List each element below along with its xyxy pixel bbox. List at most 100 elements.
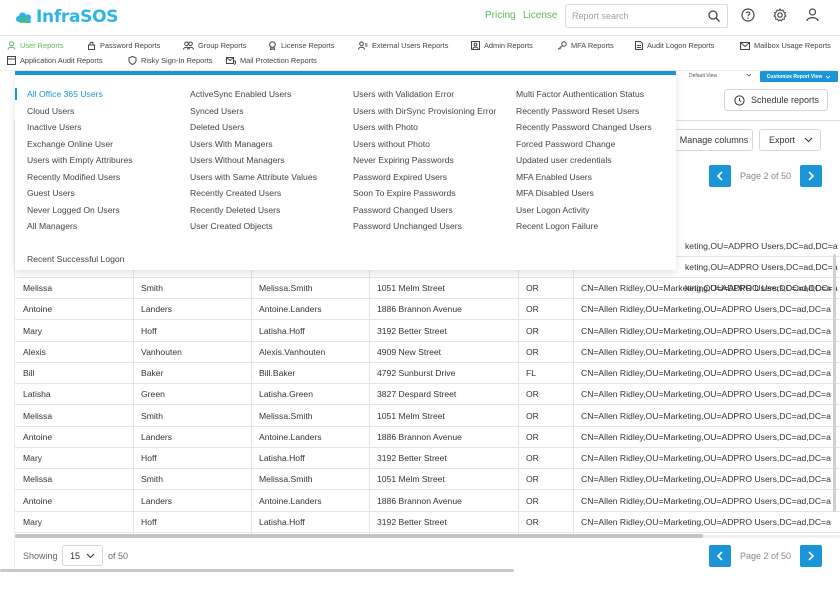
export-button[interactable]: Export bbox=[759, 129, 821, 151]
search-icon[interactable] bbox=[708, 10, 720, 22]
table-row[interactable]: Mary Hoff Latisha.Hoff 3192 Better Street OR… bbox=[0, 512, 840, 533]
table-cell-last-name: Hoff bbox=[141, 516, 157, 527]
menu-item[interactable]: Users With Managers bbox=[190, 139, 273, 149]
nav-label: Group Reports bbox=[198, 41, 247, 50]
menu-item[interactable]: Deleted Users bbox=[190, 122, 244, 132]
menu-item[interactable]: All Office 365 Users bbox=[27, 89, 103, 99]
report-search-input[interactable] bbox=[572, 11, 702, 21]
table-row[interactable]: Mary Hoff Latisha.Hoff 3192 Better Street OR… bbox=[0, 321, 840, 342]
table-cell-username: Alexis.Vanhouten bbox=[259, 346, 326, 357]
chevron-down-icon[interactable] bbox=[746, 72, 752, 78]
menu-item[interactable]: Users without Photo bbox=[353, 139, 430, 149]
admin-icon bbox=[471, 41, 480, 50]
manage-columns-button[interactable]: Manage columns bbox=[676, 129, 753, 151]
nav-mailbox-usage-reports[interactable]: Mailbox Usage Reports bbox=[740, 41, 831, 50]
menu-item[interactable]: Recently Password Reset Users bbox=[516, 106, 639, 116]
table-row[interactable]: Bill Baker Bill.Baker 4792 Sunburst Drive FL… bbox=[0, 363, 840, 384]
nav-password-reports[interactable]: Password Reports bbox=[87, 41, 160, 50]
table-cell-address: 4909 New Street bbox=[377, 346, 442, 357]
license-link[interactable]: License bbox=[523, 10, 557, 21]
menu-item[interactable]: Password Unchanged Users bbox=[353, 221, 462, 231]
menu-item[interactable]: Never Expiring Passwords bbox=[353, 155, 454, 165]
menu-item[interactable]: Password Changed Users bbox=[353, 205, 453, 215]
nav-audit-logon-reports[interactable]: Audit Logon Reports bbox=[635, 41, 714, 50]
menu-item[interactable]: Recent Logon Failure bbox=[516, 221, 598, 231]
report-search[interactable] bbox=[565, 4, 728, 28]
table-cell-address: 1886 Brannon Avenue bbox=[377, 495, 462, 506]
nav-label: User Reports bbox=[20, 41, 64, 50]
nav-group-reports[interactable]: Group Reports bbox=[183, 41, 246, 50]
menu-item[interactable]: Updated user credentials bbox=[516, 155, 612, 165]
menu-item[interactable]: Users with DirSync Provisioning Error bbox=[353, 106, 496, 116]
nav-mail-protection-reports[interactable]: Mail Protection Reports bbox=[226, 56, 317, 65]
menu-item[interactable]: Forced Password Change bbox=[516, 139, 615, 149]
menu-item[interactable]: Exchange Online User bbox=[27, 139, 113, 149]
menu-item[interactable]: MFA Enabled Users bbox=[516, 172, 592, 182]
table-cell-username: Latisha.Green bbox=[259, 389, 313, 400]
menu-item[interactable]: Recently Deleted Users bbox=[190, 205, 280, 215]
menu-item[interactable]: Users with Validation Error bbox=[353, 89, 454, 99]
menu-item[interactable]: User Logon Activity bbox=[516, 205, 590, 215]
menu-item[interactable]: User Created Objects bbox=[190, 221, 273, 231]
nav-application-audit-reports[interactable]: Application Audit Reports bbox=[7, 56, 103, 65]
next-page-button[interactable] bbox=[800, 165, 822, 187]
nav-label: Application Audit Reports bbox=[20, 56, 103, 65]
menu-item[interactable]: All Managers bbox=[27, 221, 77, 231]
menu-item[interactable]: Users with Same Attribute Values bbox=[190, 172, 317, 182]
rows-per-page-select[interactable]: 15 bbox=[62, 545, 103, 566]
table-row[interactable]: Antoine Landers Antoine.Landers 1886 Branno… bbox=[0, 299, 840, 321]
nav-external-users-reports[interactable]: External Users Reports bbox=[358, 41, 448, 50]
menu-item[interactable]: Multi Factor Authentication Status bbox=[516, 89, 644, 99]
nav-admin-reports[interactable]: Admin Reports bbox=[471, 41, 533, 50]
table-row[interactable]: Mary Hoff Latisha.Hoff 3192 Better Street OR… bbox=[0, 448, 840, 469]
help-icon[interactable] bbox=[741, 8, 755, 22]
table-row[interactable]: Melissa Smith Melissa.Smith 1051 Melm Stree… bbox=[0, 469, 840, 491]
menu-item[interactable]: Guest Users bbox=[27, 188, 75, 198]
menu-item[interactable]: Users with Empty Attribures bbox=[27, 155, 133, 165]
page-horizontal-scrollbar[interactable] bbox=[0, 569, 514, 572]
menu-item[interactable]: ActiveSync Enabled Users bbox=[190, 89, 291, 99]
menu-item[interactable]: Cloud Users bbox=[27, 106, 74, 116]
menu-item[interactable]: Synced Users bbox=[190, 106, 244, 116]
table-cell-username: Antoine.Landers bbox=[259, 431, 322, 442]
table-cell-username: Melissa.Smith bbox=[259, 283, 313, 293]
horizontal-scrollbar-thumb[interactable] bbox=[15, 534, 703, 538]
table-cell-address: 3827 Despard Street bbox=[377, 389, 457, 400]
menu-item[interactable]: Recently Created Users bbox=[190, 188, 281, 198]
menu-item[interactable]: Users Without Managers bbox=[190, 155, 285, 165]
menu-item[interactable]: Soon To Expire Passwords bbox=[353, 188, 456, 198]
menu-item[interactable]: Users with Photo bbox=[353, 122, 418, 132]
menu-item[interactable]: Never Logged On Users bbox=[27, 205, 120, 215]
prev-page-button[interactable] bbox=[709, 165, 731, 187]
table-cell-dn: keting,OU=ADPRO Users,DC=ad,DC=a bbox=[685, 241, 838, 251]
table-cell-username: Antoine.Landers bbox=[259, 304, 322, 315]
menu-item[interactable]: Recent Successful Logon bbox=[27, 254, 124, 264]
nav-user-reports[interactable]: User Reports bbox=[7, 41, 64, 50]
footer-next-page-button[interactable] bbox=[800, 545, 822, 567]
schedule-reports-button[interactable]: Schedule reports bbox=[724, 89, 828, 111]
menu-item[interactable]: Password Expired Users bbox=[353, 172, 447, 182]
menu-item[interactable]: Inactive Users bbox=[27, 122, 81, 132]
table-cell-dn: CN=Allen Ridley,OU=Marketing,OU=ADPRO Us… bbox=[581, 325, 831, 336]
footer-prev-page-button[interactable] bbox=[709, 545, 731, 567]
user-profile-icon[interactable] bbox=[806, 8, 819, 22]
total-count-label: of 50 bbox=[108, 551, 129, 561]
pricing-link[interactable]: Pricing bbox=[485, 10, 516, 21]
gear-icon[interactable] bbox=[773, 8, 787, 22]
menu-item[interactable]: Recently Modified Users bbox=[27, 172, 120, 182]
nav-mfa-reports[interactable]: MFA Reports bbox=[557, 41, 614, 50]
infrasos-logo[interactable]: InfraSOS bbox=[14, 7, 119, 27]
table-row[interactable]: Antoine Landers Antoine.Landers 1886 Branno… bbox=[0, 491, 840, 512]
default-view-select[interactable]: Default View bbox=[689, 73, 717, 79]
nav-license-reports[interactable]: License Reports bbox=[268, 41, 334, 50]
table-row[interactable]: Melissa Smith Melissa.Smith 1051 Melm Stree… bbox=[0, 278, 840, 299]
menu-item[interactable]: Recently Password Changed Users bbox=[516, 122, 652, 132]
menu-item[interactable]: MFA Disabled Users bbox=[516, 188, 594, 198]
table-row[interactable]: Melissa Smith Melissa.Smith 1051 Melm Stree… bbox=[0, 406, 840, 427]
table-row[interactable]: Alexis Vanhouten Alexis.Vanhouten 4909 New … bbox=[0, 342, 840, 363]
table-row[interactable]: Antoine Landers Antoine.Landers 1886 Branno… bbox=[0, 427, 840, 448]
table-row[interactable]: Latisha Green Latisha.Green 3827 Despard St… bbox=[0, 384, 840, 406]
customize-report-view-button[interactable]: Customize Report View bbox=[760, 71, 838, 82]
vertical-scrollbar[interactable] bbox=[833, 254, 836, 512]
nav-risky-sign-in-reports[interactable]: Risky Sign-In Reports bbox=[128, 56, 212, 65]
